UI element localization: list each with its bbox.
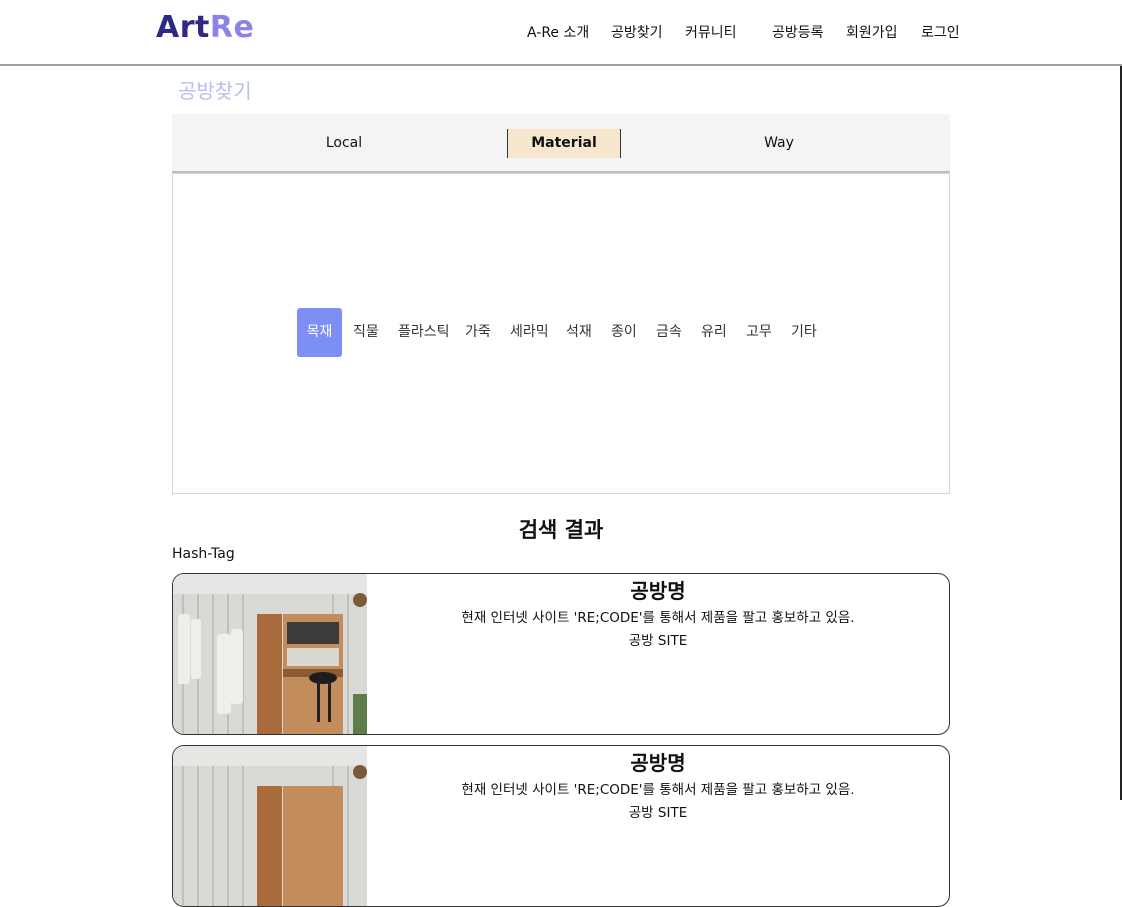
workshop-name: 공방명 xyxy=(630,579,686,603)
result-card[interactable]: 공방명 현재 인터넷 사이트 'RE;CODE'를 통해서 제품을 팔고 홍보하… xyxy=(172,573,950,735)
material-leather[interactable]: 가죽 xyxy=(465,308,491,357)
workshop-photo xyxy=(173,746,367,906)
tab-material[interactable]: Material xyxy=(507,129,621,158)
material-paper[interactable]: 종이 xyxy=(611,308,637,357)
brand-logo[interactable]: ArtRe xyxy=(156,10,254,45)
workshop-description: 현재 인터넷 사이트 'RE;CODE'를 통해서 제품을 팔고 홍보하고 있음… xyxy=(461,782,855,798)
nav-item-signup[interactable]: 회원가입 xyxy=(846,22,898,42)
brand-logo-part2: Re xyxy=(209,10,255,45)
page-title: 공방찾기 xyxy=(178,79,252,103)
material-other[interactable]: 기타 xyxy=(791,308,817,357)
top-header: ArtRe A-Re 소개 공방찾기 커뮤니티 공방등록 회원가입 로그인 xyxy=(0,0,1122,66)
material-ceramic[interactable]: 세라믹 xyxy=(510,308,549,357)
workshop-name: 공방명 xyxy=(630,751,686,775)
material-stone[interactable]: 석재 xyxy=(566,308,592,357)
workshop-photo xyxy=(173,574,367,734)
material-rubber[interactable]: 고무 xyxy=(746,308,772,357)
result-card[interactable]: 공방명 현재 인터넷 사이트 'RE;CODE'를 통해서 제품을 팔고 홍보하… xyxy=(172,745,950,907)
tab-local[interactable]: Local xyxy=(304,129,384,158)
workshop-site-link[interactable]: 공방 SITE xyxy=(367,629,949,649)
brand-logo-part1: Art xyxy=(156,10,210,45)
hashtag-label: Hash-Tag xyxy=(172,546,235,562)
card-text: 공방명 현재 인터넷 사이트 'RE;CODE'를 통해서 제품을 팔고 홍보하… xyxy=(367,746,949,821)
material-plastic[interactable]: 플라스틱 xyxy=(398,308,450,357)
nav-item-find-workshop[interactable]: 공방찾기 xyxy=(611,22,663,42)
card-text: 공방명 현재 인터넷 사이트 'RE;CODE'를 통해서 제품을 팔고 홍보하… xyxy=(367,574,949,649)
results-title: 검색 결과 xyxy=(518,518,604,542)
nav-item-about[interactable]: A-Re 소개 xyxy=(527,22,589,42)
material-glass[interactable]: 유리 xyxy=(701,308,727,357)
nav-item-community[interactable]: 커뮤니티 xyxy=(685,22,737,42)
material-textile[interactable]: 직물 xyxy=(353,308,379,357)
filter-tab-bar: Local Material Way xyxy=(172,114,950,173)
material-wood[interactable]: 목재 xyxy=(297,308,342,357)
filter-panel xyxy=(172,173,950,494)
tab-way[interactable]: Way xyxy=(739,129,819,158)
workshop-description: 현재 인터넷 사이트 'RE;CODE'를 통해서 제품을 팔고 홍보하고 있음… xyxy=(461,610,855,626)
nav-item-register-workshop[interactable]: 공방등록 xyxy=(772,22,824,42)
nav-item-login[interactable]: 로그인 xyxy=(921,22,960,42)
workshop-site-link[interactable]: 공방 SITE xyxy=(367,801,949,821)
material-metal[interactable]: 금속 xyxy=(656,308,682,357)
